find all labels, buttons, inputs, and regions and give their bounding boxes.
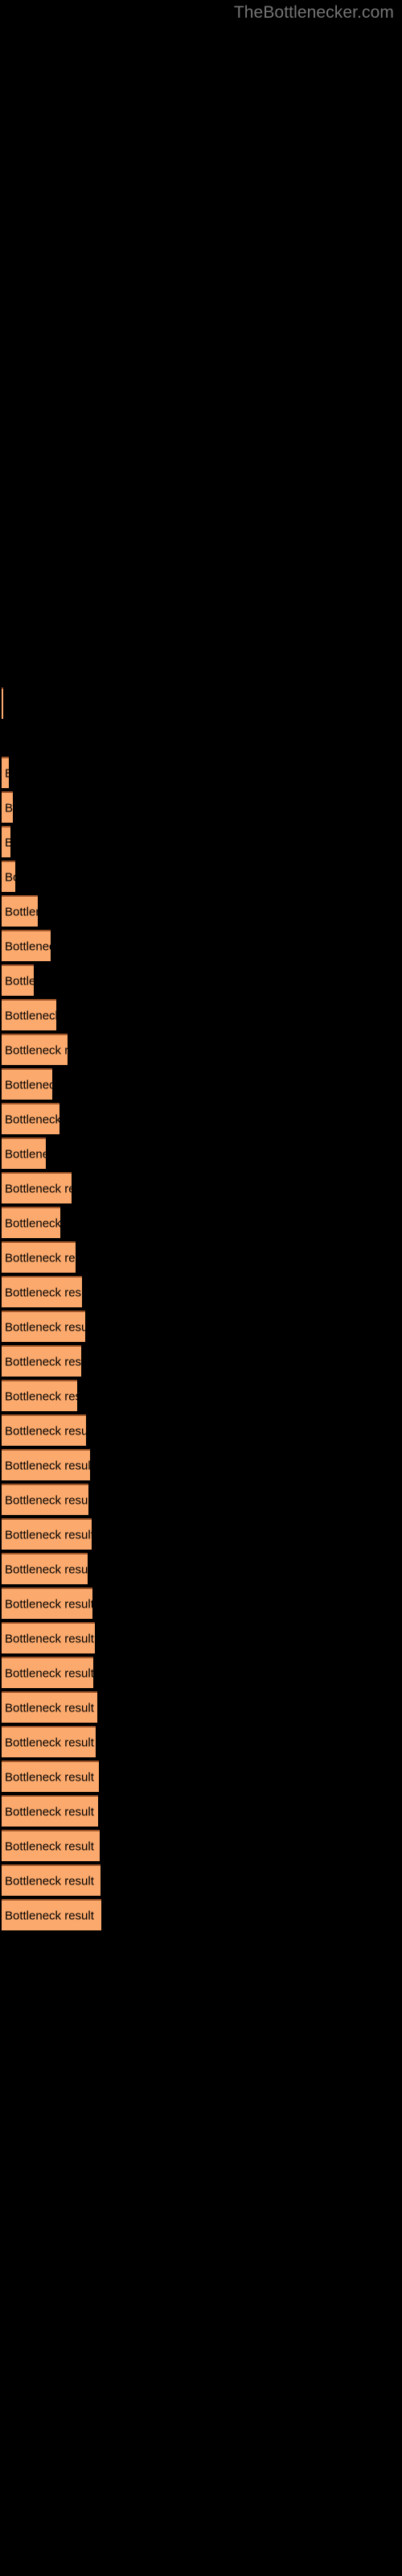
bar-label: Bottleneck result <box>5 1216 60 1230</box>
bar-14[interactable]: Bottleneck result <box>2 1172 72 1203</box>
bar-label: Bottleneck result <box>5 836 10 849</box>
bar-15[interactable]: Bottleneck result <box>2 1207 60 1238</box>
bar-10[interactable]: Bottleneck result <box>2 1034 68 1065</box>
bar-12[interactable]: Bottleneck result <box>2 1103 59 1134</box>
bar-label: Bottleneck result <box>5 1389 77 1403</box>
bar-label: Bottleneck result <box>5 1770 94 1784</box>
bar-11[interactable]: Bottleneck result <box>2 1068 52 1100</box>
bar-21[interactable]: Bottleneck result <box>2 1414 86 1446</box>
bar-34[interactable]: Bottleneck result <box>2 1864 100 1896</box>
bar-25[interactable]: Bottleneck result <box>2 1553 88 1584</box>
bar-label: Bottleneck result <box>5 1874 94 1888</box>
bar-label: Bottleneck result <box>5 1839 94 1853</box>
bar-label: Bottleneck result <box>5 1320 85 1334</box>
bar-29[interactable]: Bottleneck result <box>2 1691 97 1723</box>
bar-label: Bottleneck result <box>5 1805 94 1818</box>
bar-label: Bottleneck result <box>5 1459 90 1472</box>
bar-4[interactable]: Bottleneck result <box>2 826 10 857</box>
bar-32[interactable]: Bottleneck result <box>2 1795 98 1827</box>
bar-label: Bottleneck result <box>5 1597 92 1611</box>
bar-label: Bottleneck result <box>5 1632 94 1645</box>
bar-35[interactable]: Bottleneck result <box>2 1899 101 1930</box>
bar-23[interactable]: Bottleneck result <box>2 1484 88 1515</box>
bar-label: Bottleneck result <box>5 1286 82 1299</box>
bar-5[interactable]: Bottleneck result <box>2 861 15 892</box>
bar-27[interactable]: Bottleneck result <box>2 1622 95 1653</box>
bar-label: Bottleneck result <box>5 1701 94 1715</box>
bar-chart-plot-area: Bottleneck result Bottleneck result Bottle… <box>0 0 402 2576</box>
bar-label: Bottleneck result <box>5 1009 56 1022</box>
bar-label: Bottleneck result <box>5 1424 86 1438</box>
bar-label: Bottleneck result <box>5 905 38 919</box>
bar-label: Bottleneck result <box>5 1251 76 1265</box>
bar-label: Bottleneck result <box>5 1493 88 1507</box>
bar-label: Bottleneck result <box>5 1909 94 1922</box>
bar-label: Bottleneck result <box>5 1563 88 1576</box>
bar-label: Bottleneck result <box>5 1147 46 1161</box>
bar-label: Bottleneck result <box>5 939 51 953</box>
bar-label: Bottleneck result <box>5 1113 59 1126</box>
bar-1[interactable]: Bottleneck result <box>2 687 3 719</box>
bar-16[interactable]: Bottleneck result <box>2 1241 76 1273</box>
bar-22[interactable]: Bottleneck result <box>2 1449 90 1480</box>
bar-3[interactable]: Bottleneck result <box>2 791 13 823</box>
bar-label: Bottleneck result <box>5 1666 93 1680</box>
bar-13[interactable]: Bottleneck result <box>2 1137 46 1169</box>
bar-31[interactable]: Bottleneck result <box>2 1761 99 1792</box>
bar-label: Bottleneck result <box>5 1528 92 1542</box>
bar-9[interactable]: Bottleneck result <box>2 999 56 1030</box>
bar-8[interactable]: Bottleneck result <box>2 964 34 996</box>
chart-root: TheBottlenecker.com Bottleneck resultBot… <box>0 0 402 2576</box>
bar-19[interactable]: Bottleneck result <box>2 1345 81 1377</box>
bar-30[interactable]: Bottleneck result <box>2 1726 96 1757</box>
bar-label: Bottleneck result <box>5 1355 81 1368</box>
bar-label: Bottleneck result <box>5 974 34 988</box>
bar-label: Bottleneck result <box>5 1736 94 1749</box>
bar-label: Bottleneck result <box>5 1043 68 1057</box>
bar-2[interactable]: Bottleneck result <box>2 757 9 788</box>
bar-label: Bottleneck result <box>5 1182 72 1195</box>
bar-28[interactable]: Bottleneck result <box>2 1657 93 1688</box>
bar-33[interactable]: Bottleneck result <box>2 1830 100 1861</box>
bar-24[interactable]: Bottleneck result <box>2 1518 92 1550</box>
bar-label: Bottleneck result <box>5 870 15 884</box>
bar-20[interactable]: Bottleneck result <box>2 1380 77 1411</box>
bar-17[interactable]: Bottleneck result <box>2 1276 82 1307</box>
bar-label: Bottleneck result <box>5 801 13 815</box>
bar-7[interactable]: Bottleneck result <box>2 930 51 961</box>
bar-18[interactable]: Bottleneck result <box>2 1311 85 1342</box>
bar-label: Bottleneck result <box>5 766 9 780</box>
bar-label: Bottleneck result <box>5 1078 52 1092</box>
bar-26[interactable]: Bottleneck result <box>2 1587 92 1619</box>
bar-6[interactable]: Bottleneck result <box>2 895 38 927</box>
